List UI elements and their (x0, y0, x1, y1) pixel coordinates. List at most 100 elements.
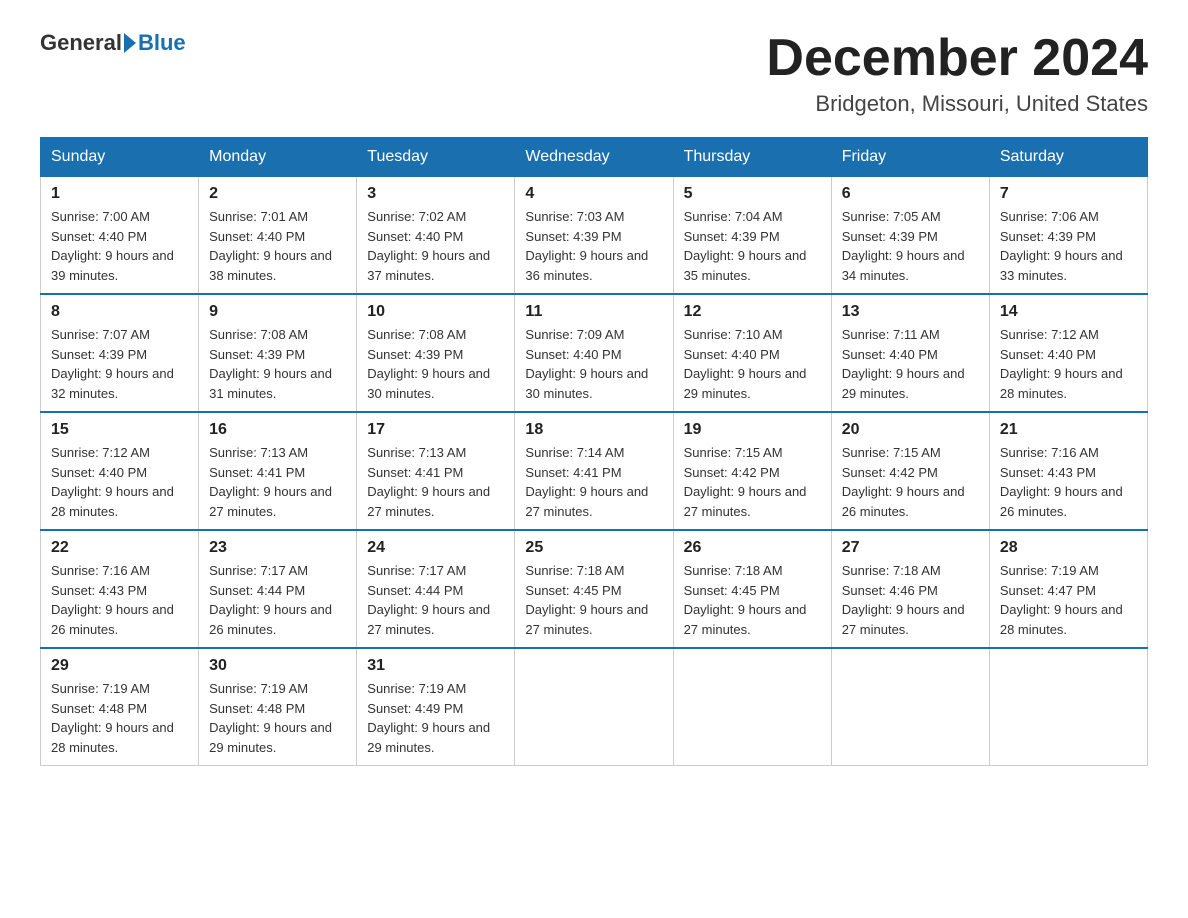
calendar-cell: 1Sunrise: 7:00 AMSunset: 4:40 PMDaylight… (41, 177, 199, 295)
calendar-title: December 2024 (766, 30, 1148, 87)
day-info: Sunrise: 7:16 AMSunset: 4:43 PMDaylight:… (1000, 443, 1137, 521)
day-number: 23 (209, 539, 346, 557)
day-info: Sunrise: 7:16 AMSunset: 4:43 PMDaylight:… (51, 561, 188, 639)
day-info: Sunrise: 7:10 AMSunset: 4:40 PMDaylight:… (684, 325, 821, 403)
day-number: 15 (51, 421, 188, 439)
day-info: Sunrise: 7:06 AMSunset: 4:39 PMDaylight:… (1000, 207, 1137, 285)
day-info: Sunrise: 7:18 AMSunset: 4:46 PMDaylight:… (842, 561, 979, 639)
day-number: 11 (525, 303, 662, 321)
day-info: Sunrise: 7:03 AMSunset: 4:39 PMDaylight:… (525, 207, 662, 285)
weekday-header-thursday: Thursday (673, 138, 831, 177)
day-number: 25 (525, 539, 662, 557)
day-info: Sunrise: 7:04 AMSunset: 4:39 PMDaylight:… (684, 207, 821, 285)
day-number: 9 (209, 303, 346, 321)
day-number: 13 (842, 303, 979, 321)
calendar-cell (515, 648, 673, 766)
day-number: 12 (684, 303, 821, 321)
calendar-cell: 11 Sunrise: 7:09 AMSunset: 4:40 PMDayligh… (515, 294, 673, 412)
day-info: Sunrise: 7:01 AMSunset: 4:40 PMDaylight:… (209, 207, 346, 285)
day-number: 14 (1000, 303, 1137, 321)
day-number: 24 (367, 539, 504, 557)
day-info: Sunrise: 7:05 AMSunset: 4:39 PMDaylight:… (842, 207, 979, 285)
day-number: 28 (1000, 539, 1137, 557)
day-info: Sunrise: 7:12 AMSunset: 4:40 PMDaylight:… (1000, 325, 1137, 403)
day-info: Sunrise: 7:14 AMSunset: 4:41 PMDaylight:… (525, 443, 662, 521)
day-info: Sunrise: 7:13 AMSunset: 4:41 PMDaylight:… (367, 443, 504, 521)
weekday-header-sunday: Sunday (41, 138, 199, 177)
calendar-cell (989, 648, 1147, 766)
day-number: 30 (209, 657, 346, 675)
weekday-header-row: SundayMondayTuesdayWednesdayThursdayFrid… (41, 138, 1148, 177)
day-number: 19 (684, 421, 821, 439)
calendar-cell (831, 648, 989, 766)
weekday-header-saturday: Saturday (989, 138, 1147, 177)
calendar-cell: 7 Sunrise: 7:06 AMSunset: 4:39 PMDaylight… (989, 177, 1147, 295)
calendar-cell: 9 Sunrise: 7:08 AMSunset: 4:39 PMDaylight… (199, 294, 357, 412)
calendar-cell: 19 Sunrise: 7:15 AMSunset: 4:42 PMDayligh… (673, 412, 831, 530)
day-info: Sunrise: 7:19 AMSunset: 4:47 PMDaylight:… (1000, 561, 1137, 639)
calendar-cell: 31 Sunrise: 7:19 AMSunset: 4:49 PMDayligh… (357, 648, 515, 766)
calendar-cell: 22Sunrise: 7:16 AMSunset: 4:43 PMDayligh… (41, 530, 199, 648)
calendar-cell: 30 Sunrise: 7:19 AMSunset: 4:48 PMDayligh… (199, 648, 357, 766)
day-info: Sunrise: 7:19 AMSunset: 4:49 PMDaylight:… (367, 679, 504, 757)
day-info: Sunrise: 7:18 AMSunset: 4:45 PMDaylight:… (525, 561, 662, 639)
calendar-cell (673, 648, 831, 766)
calendar-cell: 13 Sunrise: 7:11 AMSunset: 4:40 PMDayligh… (831, 294, 989, 412)
calendar-cell: 6Sunrise: 7:05 AMSunset: 4:39 PMDaylight… (831, 177, 989, 295)
calendar-cell: 15Sunrise: 7:12 AMSunset: 4:40 PMDayligh… (41, 412, 199, 530)
logo-general-text: General (40, 30, 122, 56)
calendar-cell: 20 Sunrise: 7:15 AMSunset: 4:42 PMDayligh… (831, 412, 989, 530)
day-info: Sunrise: 7:08 AMSunset: 4:39 PMDaylight:… (209, 325, 346, 403)
day-info: Sunrise: 7:08 AMSunset: 4:39 PMDaylight:… (367, 325, 504, 403)
header: General Blue December 2024 Bridgeton, Mi… (40, 30, 1148, 117)
calendar-cell: 25 Sunrise: 7:18 AMSunset: 4:45 PMDayligh… (515, 530, 673, 648)
week-row-2: 8 Sunrise: 7:07 AMSunset: 4:39 PMDaylight… (41, 294, 1148, 412)
day-info: Sunrise: 7:19 AMSunset: 4:48 PMDaylight:… (51, 679, 188, 757)
day-number: 3 (367, 185, 504, 203)
weekday-header-tuesday: Tuesday (357, 138, 515, 177)
day-number: 27 (842, 539, 979, 557)
logo: General Blue (40, 30, 186, 56)
day-info: Sunrise: 7:18 AMSunset: 4:45 PMDaylight:… (684, 561, 821, 639)
calendar-cell: 8 Sunrise: 7:07 AMSunset: 4:39 PMDaylight… (41, 294, 199, 412)
week-row-5: 29Sunrise: 7:19 AMSunset: 4:48 PMDayligh… (41, 648, 1148, 766)
day-info: Sunrise: 7:09 AMSunset: 4:40 PMDaylight:… (525, 325, 662, 403)
day-number: 7 (1000, 185, 1137, 203)
day-number: 16 (209, 421, 346, 439)
day-info: Sunrise: 7:19 AMSunset: 4:48 PMDaylight:… (209, 679, 346, 757)
title-area: December 2024 Bridgeton, Missouri, Unite… (766, 30, 1148, 117)
calendar-subtitle: Bridgeton, Missouri, United States (766, 91, 1148, 117)
day-number: 20 (842, 421, 979, 439)
week-row-4: 22Sunrise: 7:16 AMSunset: 4:43 PMDayligh… (41, 530, 1148, 648)
calendar-cell: 10Sunrise: 7:08 AMSunset: 4:39 PMDayligh… (357, 294, 515, 412)
calendar-cell: 5 Sunrise: 7:04 AMSunset: 4:39 PMDaylight… (673, 177, 831, 295)
day-number: 31 (367, 657, 504, 675)
day-info: Sunrise: 7:07 AMSunset: 4:39 PMDaylight:… (51, 325, 188, 403)
day-number: 21 (1000, 421, 1137, 439)
day-info: Sunrise: 7:15 AMSunset: 4:42 PMDaylight:… (684, 443, 821, 521)
calendar-cell: 18 Sunrise: 7:14 AMSunset: 4:41 PMDayligh… (515, 412, 673, 530)
day-number: 5 (684, 185, 821, 203)
calendar-cell: 21 Sunrise: 7:16 AMSunset: 4:43 PMDayligh… (989, 412, 1147, 530)
day-info: Sunrise: 7:17 AMSunset: 4:44 PMDaylight:… (367, 561, 504, 639)
calendar-cell: 26Sunrise: 7:18 AMSunset: 4:45 PMDayligh… (673, 530, 831, 648)
calendar-cell: 17Sunrise: 7:13 AMSunset: 4:41 PMDayligh… (357, 412, 515, 530)
calendar-cell: 4Sunrise: 7:03 AMSunset: 4:39 PMDaylight… (515, 177, 673, 295)
calendar-cell: 24 Sunrise: 7:17 AMSunset: 4:44 PMDayligh… (357, 530, 515, 648)
weekday-header-wednesday: Wednesday (515, 138, 673, 177)
day-number: 2 (209, 185, 346, 203)
logo-arrow-icon (124, 33, 136, 53)
day-info: Sunrise: 7:17 AMSunset: 4:44 PMDaylight:… (209, 561, 346, 639)
calendar-cell: 2 Sunrise: 7:01 AMSunset: 4:40 PMDaylight… (199, 177, 357, 295)
day-number: 18 (525, 421, 662, 439)
calendar-cell: 3Sunrise: 7:02 AMSunset: 4:40 PMDaylight… (357, 177, 515, 295)
calendar-cell: 14 Sunrise: 7:12 AMSunset: 4:40 PMDayligh… (989, 294, 1147, 412)
day-info: Sunrise: 7:13 AMSunset: 4:41 PMDaylight:… (209, 443, 346, 521)
day-info: Sunrise: 7:00 AMSunset: 4:40 PMDaylight:… (51, 207, 188, 285)
calendar-cell: 28 Sunrise: 7:19 AMSunset: 4:47 PMDayligh… (989, 530, 1147, 648)
day-info: Sunrise: 7:15 AMSunset: 4:42 PMDaylight:… (842, 443, 979, 521)
calendar-cell: 29Sunrise: 7:19 AMSunset: 4:48 PMDayligh… (41, 648, 199, 766)
day-number: 8 (51, 303, 188, 321)
calendar-table: SundayMondayTuesdayWednesdayThursdayFrid… (40, 137, 1148, 766)
day-info: Sunrise: 7:11 AMSunset: 4:40 PMDaylight:… (842, 325, 979, 403)
